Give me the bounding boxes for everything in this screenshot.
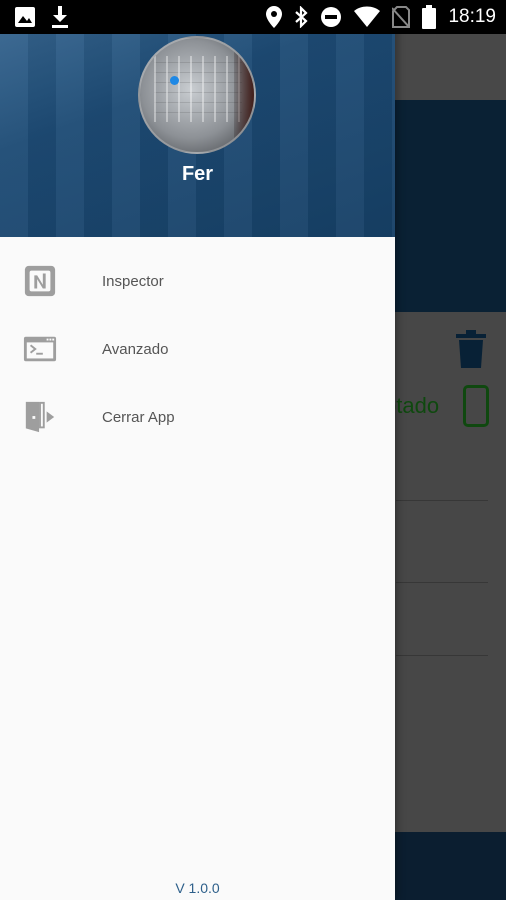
status-bar: 18:19 xyxy=(0,0,506,34)
menu-item-label: Avanzado xyxy=(102,341,169,358)
navigation-drawer: Fer Inspector Avanzado Cerrar App V 1.0.… xyxy=(0,0,395,900)
download-icon xyxy=(52,6,68,28)
nfc-icon xyxy=(24,265,56,297)
no-sim-icon xyxy=(392,6,411,28)
menu-item-label: Cerrar App xyxy=(102,409,175,426)
menu-item-inspector[interactable]: Inspector xyxy=(0,246,395,314)
menu-item-cerrar-app[interactable]: Cerrar App xyxy=(0,382,395,450)
drawer-menu: Inspector Avanzado Cerrar App xyxy=(0,246,395,450)
exit-door-icon xyxy=(25,401,55,433)
wifi-icon xyxy=(354,6,381,27)
user-name: Fer xyxy=(181,163,214,185)
avatar[interactable] xyxy=(138,36,256,154)
app-version: V 1.0.0 xyxy=(175,880,220,896)
drawer-scrim[interactable] xyxy=(395,34,506,900)
menu-item-label: Inspector xyxy=(102,273,164,290)
terminal-icon xyxy=(23,336,57,362)
bluetooth-icon xyxy=(295,6,309,28)
menu-item-avanzado[interactable]: Avanzado xyxy=(0,314,395,382)
drawer-header: Fer xyxy=(0,0,395,237)
avatar-photo-shadow xyxy=(234,38,254,152)
battery-icon xyxy=(422,5,437,29)
do-not-disturb-icon xyxy=(321,7,342,27)
image-icon xyxy=(15,7,35,27)
avatar-photo xyxy=(154,56,242,122)
location-icon xyxy=(266,6,283,28)
avatar-photo-detail xyxy=(170,76,179,85)
clock: 18:19 xyxy=(448,6,496,27)
